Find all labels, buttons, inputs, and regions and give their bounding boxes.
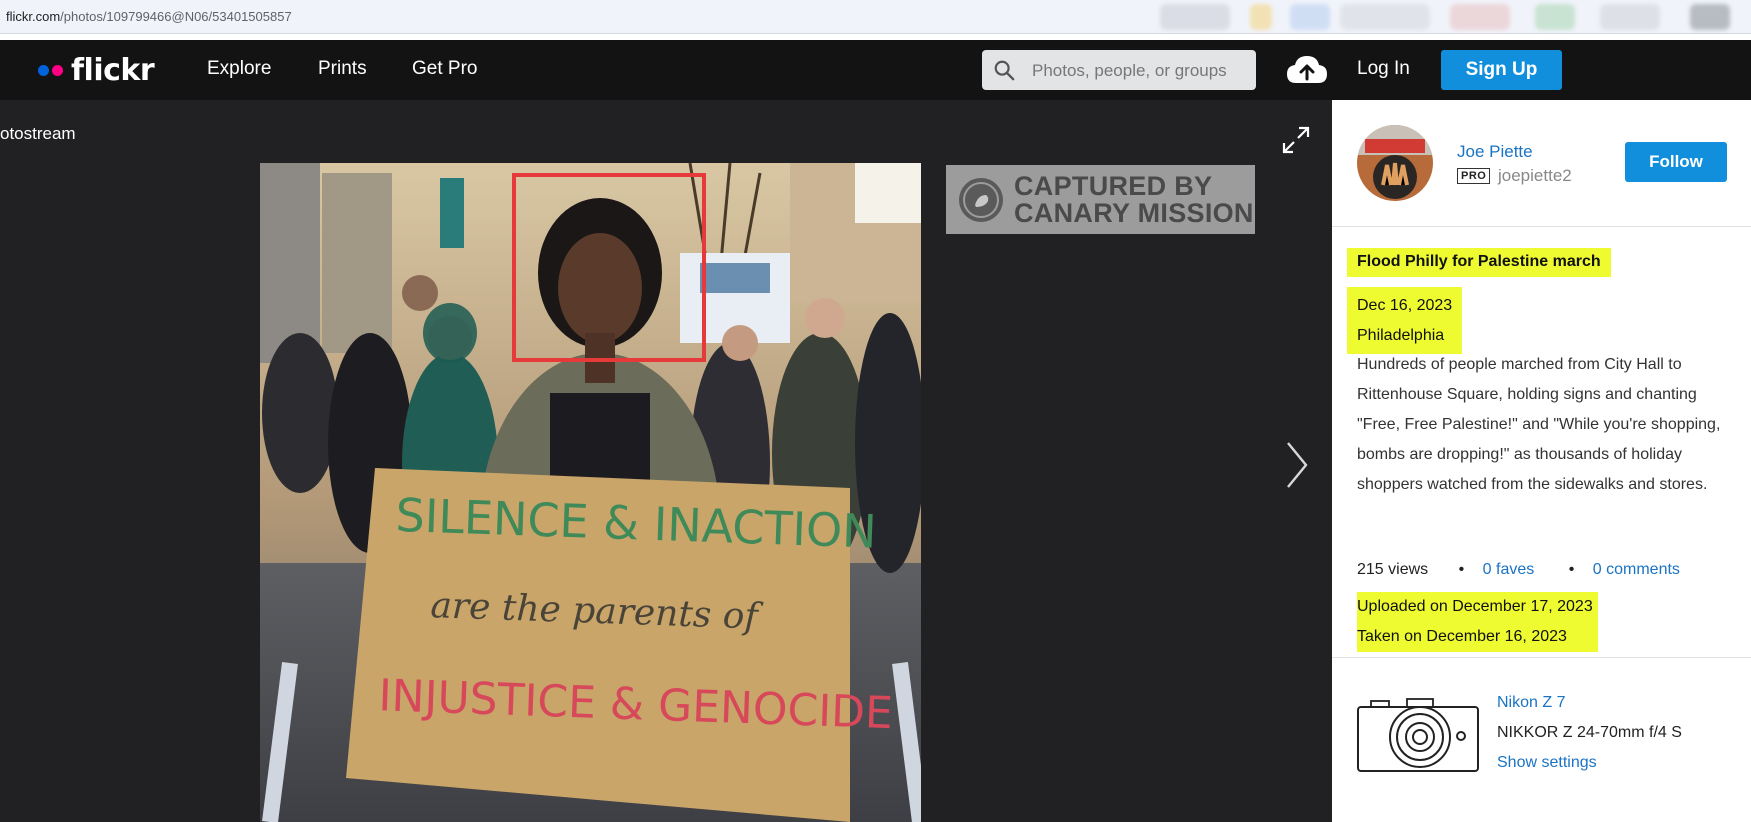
- owner-avatar[interactable]: [1357, 125, 1433, 201]
- avatar-image: [1357, 125, 1433, 201]
- back-to-photostream-link[interactable]: otostream: [0, 124, 76, 144]
- blurred-extension-icon: [1450, 4, 1510, 30]
- photo-stats: 215 views • 0 faves • 0 comments: [1357, 561, 1680, 579]
- nav-explore[interactable]: Explore: [207, 58, 271, 80]
- comments-link[interactable]: 0 comments: [1593, 561, 1680, 578]
- watermark-text: CAPTURED BY CANARY MISSION: [1014, 173, 1254, 227]
- search-placeholder: Photos, people, or groups: [1032, 61, 1227, 80]
- photo-date-location: Dec 16, 2023 Philadelphia: [1347, 287, 1463, 354]
- blurred-extension-icon: [1290, 4, 1330, 30]
- logo-text: flickr: [71, 52, 155, 88]
- lens-model: NIKKOR Z 24-70mm f/4 S: [1497, 724, 1682, 741]
- blurred-toolbar-item: [1340, 4, 1430, 30]
- watermark-line-2: CANARY MISSION: [1014, 198, 1254, 228]
- logo-blue-dot: [38, 64, 49, 76]
- blurred-extension-icon: [1535, 4, 1575, 30]
- signup-button[interactable]: Sign Up: [1441, 50, 1562, 90]
- logo-pink-dot: [52, 64, 63, 76]
- photo-date: Dec 16, 2023: [1357, 297, 1453, 314]
- expand-fullscreen-icon[interactable]: [1280, 124, 1312, 156]
- blurred-extension-icon: [1250, 4, 1272, 30]
- url-host: flickr.com: [6, 9, 61, 24]
- bullet-separator: •: [1458, 561, 1465, 578]
- url-path: /photos/109799466@N06/53401505857: [60, 9, 292, 24]
- blurred-profile-icon: [1690, 4, 1730, 30]
- browser-url-bar[interactable]: flickr.com/photos/109799466@N06/53401505…: [0, 0, 1751, 34]
- divider: [1332, 226, 1751, 227]
- search-box[interactable]: Photos, people, or groups: [982, 50, 1256, 90]
- url-text[interactable]: flickr.com/photos/109799466@N06/53401505…: [6, 9, 292, 24]
- uploaded-date: Uploaded on December 17, 2023: [1357, 598, 1593, 615]
- camera-model-link[interactable]: Nikon Z 7: [1497, 694, 1565, 712]
- login-link[interactable]: Log In: [1357, 58, 1410, 80]
- flickr-header: flickr Explore Prints Get Pro Photos, pe…: [0, 40, 1751, 100]
- photo-info-sidebar: Joe Piette PRO joepiette2 Follow Flood P…: [1332, 100, 1751, 822]
- owner-name-link[interactable]: Joe Piette: [1457, 142, 1533, 162]
- views-count: 215 views: [1357, 561, 1429, 578]
- next-photo-arrow-icon[interactable]: [1284, 440, 1310, 490]
- bullet-separator: •: [1568, 561, 1575, 578]
- main-photo[interactable]: SILENCE & INACTION are the parents of IN…: [260, 163, 921, 822]
- owner-username: joepiette2: [1498, 166, 1572, 185]
- pro-badge: PRO: [1457, 168, 1491, 184]
- watermark-line-1: CAPTURED BY: [1014, 171, 1213, 201]
- canary-mission-watermark: CAPTURED BY CANARY MISSION: [946, 165, 1255, 234]
- canary-bird-logo-icon: [959, 178, 1003, 222]
- blurred-toolbar-item: [1160, 4, 1230, 30]
- blurred-toolbar-item: [1600, 4, 1660, 30]
- protest-photo-image: SILENCE & INACTION are the parents of IN…: [260, 163, 921, 822]
- taken-date: Taken on December 16, 2023: [1357, 628, 1567, 645]
- photo-title: Flood Philly for Palestine march: [1347, 248, 1611, 277]
- follow-button[interactable]: Follow: [1625, 142, 1727, 182]
- upload-cloud-icon[interactable]: [1286, 53, 1328, 87]
- camera-icon: [1357, 698, 1479, 772]
- photo-dates: Uploaded on December 17, 2023 Taken on D…: [1357, 592, 1598, 652]
- show-settings-link[interactable]: Show settings: [1497, 754, 1597, 772]
- photo-description: Hundreds of people marched from City Hal…: [1357, 356, 1721, 493]
- nav-get-pro[interactable]: Get Pro: [412, 58, 477, 80]
- photo-location: Philadelphia: [1357, 327, 1445, 344]
- search-icon: [994, 60, 1015, 81]
- divider: [1332, 657, 1751, 658]
- nav-prints[interactable]: Prints: [318, 58, 367, 80]
- flickr-logo[interactable]: flickr: [38, 52, 155, 88]
- faves-link[interactable]: 0 faves: [1483, 561, 1535, 578]
